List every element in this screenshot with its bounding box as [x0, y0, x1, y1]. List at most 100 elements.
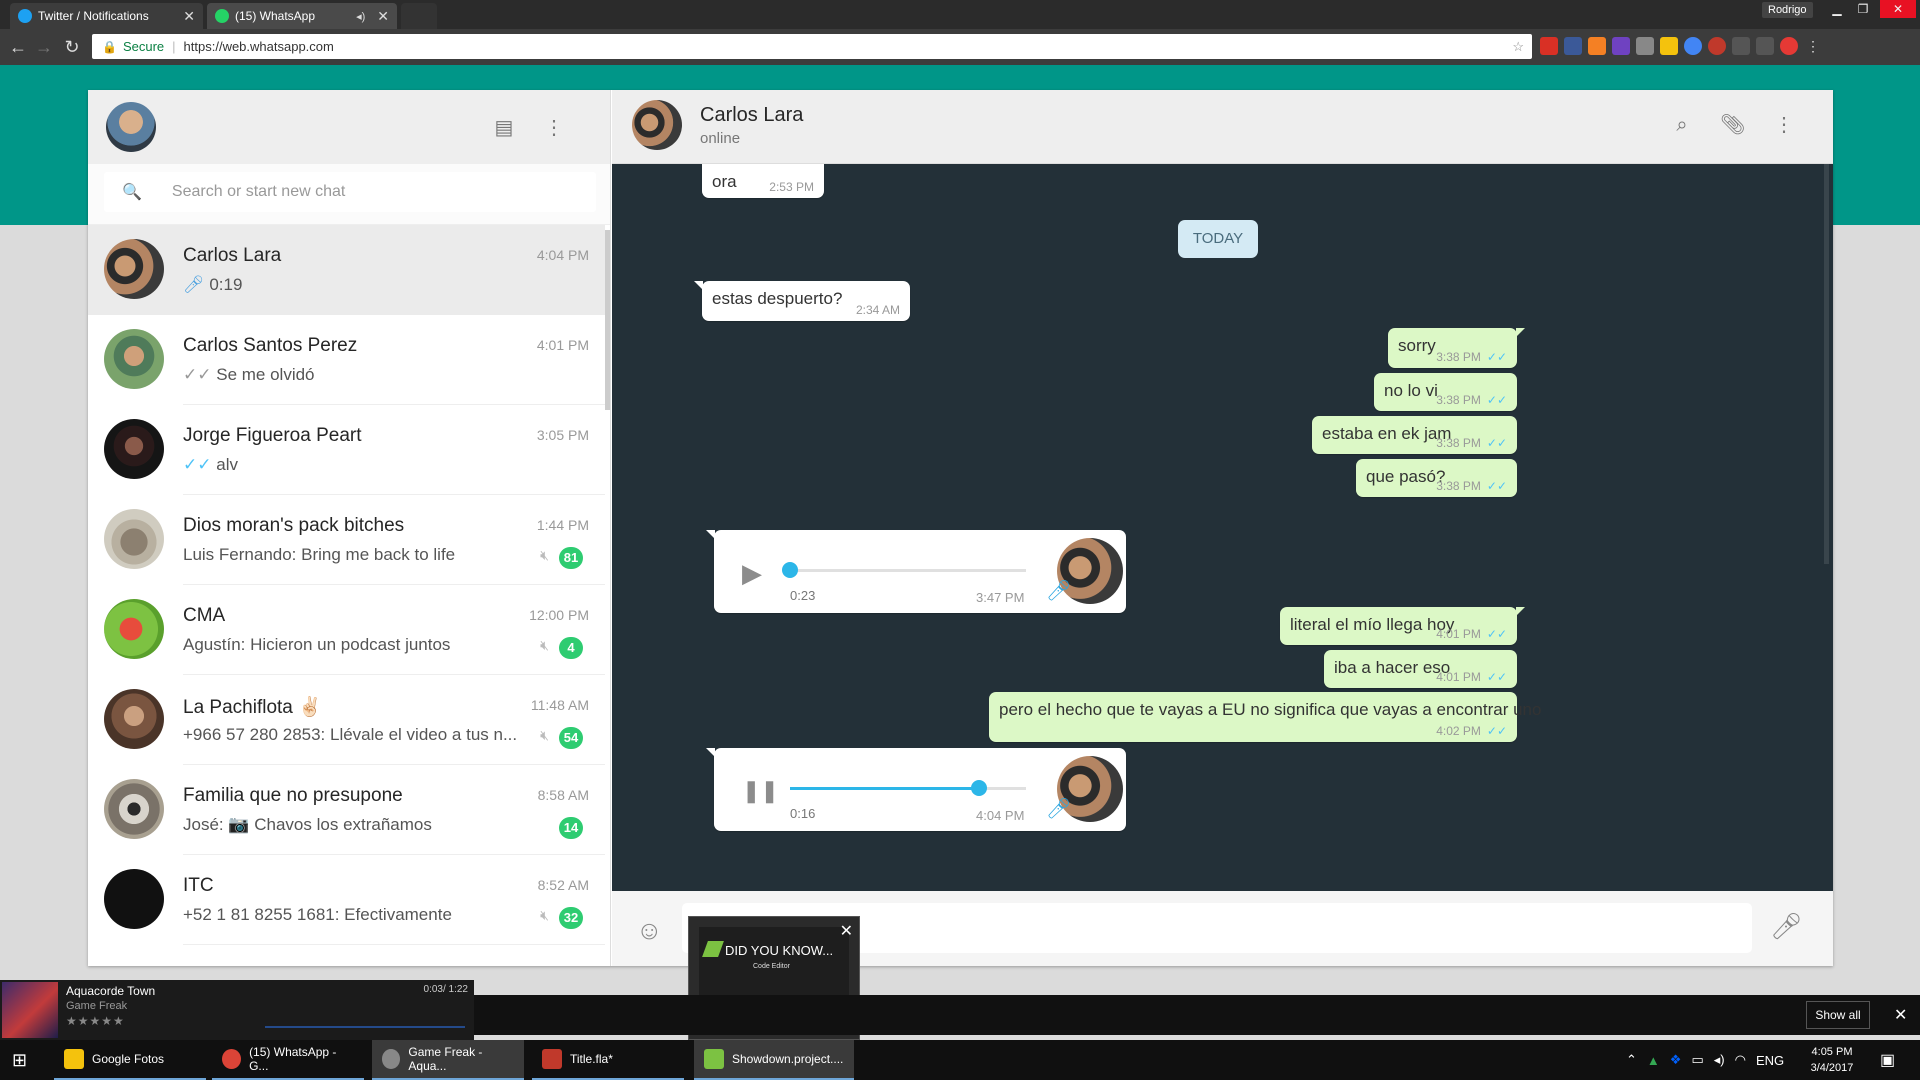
audio-playing-icon[interactable]: ◂) [356, 10, 365, 23]
taskbar-item-showdown[interactable]: Showdown.project.... [694, 1040, 854, 1080]
chat-time: 8:52 AM [537, 877, 589, 893]
back-button[interactable]: ← [6, 35, 30, 59]
clock[interactable]: 4:05 PM 3/4/2017 [1804, 1044, 1860, 1076]
voice-progress-knob[interactable] [970, 780, 987, 796]
date-divider: TODAY [1178, 220, 1258, 258]
twitter-extension-icon[interactable] [1732, 37, 1750, 55]
taskbar-item-music-player[interactable]: Game Freak - Aqua... [372, 1040, 524, 1080]
voice-progress-knob[interactable] [782, 562, 798, 578]
extension-icon[interactable] [1708, 37, 1726, 55]
inbox-extension-icon[interactable] [1636, 37, 1654, 55]
chat-item-itc[interactable]: ITC 8:52 AM +52 1 81 8255 1681: Efectiva… [88, 855, 605, 945]
chat-item-la-pachiflota[interactable]: La Pachiflota ✌🏻 11:48 AM +966 57 280 28… [88, 675, 605, 765]
restore-button[interactable]: ❐ [1850, 0, 1876, 18]
new-tab-button[interactable] [401, 3, 437, 29]
reload-button[interactable]: ↻ [60, 35, 84, 59]
browser-tab-bar: Twitter / Notifications ✕ (15) WhatsApp … [0, 0, 1920, 29]
chat-item-familia[interactable]: Familia que no presupone 8:58 AM José: 📷… [88, 765, 605, 855]
chat-item-cma[interactable]: CMA 12:00 PM Agustín: Hicieron un podcas… [88, 585, 605, 675]
bookmark-star-icon[interactable]: ☆ [1512, 39, 1524, 55]
unread-badge: 54 [559, 727, 583, 749]
media-notification[interactable]: Aquacorde Town Game Freak ★★★★★ 0:03/ 1:… [0, 980, 474, 1040]
whatsapp-icon [215, 9, 229, 23]
muted-icon: 🔇︎ [540, 547, 549, 563]
wifi-icon[interactable]: ◠ [1735, 1052, 1746, 1068]
clock-date: 3/4/2017 [1810, 1062, 1854, 1074]
gmail-extension-icon[interactable] [1540, 37, 1558, 55]
my-avatar[interactable] [106, 102, 156, 152]
menu-icon[interactable]: ⋮ [542, 116, 566, 140]
notes-extension-icon[interactable] [1660, 37, 1678, 55]
show-all-button[interactable]: Show all [1806, 1001, 1870, 1029]
battery-icon[interactable]: ▭ [1691, 1052, 1703, 1068]
rating-stars[interactable]: ★★★★★ [66, 1014, 125, 1028]
minimize-button[interactable]: ▁ [1824, 0, 1850, 18]
pause-icon[interactable]: ❚❚ [742, 778, 779, 804]
forward-button[interactable]: → [32, 35, 56, 59]
dropbox-icon[interactable]: ❖ [1670, 1052, 1682, 1068]
muted-icon: 🔇︎ [540, 907, 549, 923]
tab-whatsapp[interactable]: (15) WhatsApp ◂) ✕ [207, 3, 397, 29]
show-hidden-icons[interactable]: ⌃ [1626, 1052, 1637, 1068]
voice-progress-bar[interactable] [782, 562, 1026, 578]
menu-icon[interactable]: ⋮ [1772, 113, 1796, 137]
contact-avatar[interactable] [632, 100, 682, 150]
popup-subtitle: Code Editor [753, 963, 790, 970]
search-box[interactable]: 🔍 [104, 172, 596, 212]
conversation-header[interactable]: Carlos Lara online ⌕ 📎︎ ⋮ [612, 90, 1833, 164]
voice-progress-bar[interactable] [790, 780, 1026, 796]
double-check-icon: ✓✓ [183, 455, 212, 474]
search-area: 🔍 [88, 164, 610, 225]
profile-chip[interactable]: Rodrigo [1762, 2, 1813, 18]
windows-start-icon[interactable]: ⊞ [12, 1050, 27, 1071]
facebook-extension-icon[interactable] [1564, 37, 1582, 55]
chat-item-carlos-santos-perez[interactable]: Carlos Santos Perez 4:01 PM ✓✓ Se me olv… [88, 315, 605, 405]
code-editor-icon [704, 1049, 724, 1069]
close-icon[interactable]: ✕ [1894, 1005, 1907, 1025]
tab-label: Twitter / Notifications [38, 9, 149, 23]
function-extension-icon[interactable] [1756, 37, 1774, 55]
taskbar-item-google-fotos[interactable]: Google Fotos [54, 1040, 206, 1080]
taskbar-item-flash[interactable]: Title.fla* [532, 1040, 684, 1080]
close-icon[interactable]: ✕ [840, 921, 853, 941]
volume-icon[interactable]: ◂) [1714, 1052, 1725, 1068]
close-tab-icon[interactable]: ✕ [377, 8, 389, 25]
search-input[interactable] [171, 183, 552, 201]
chat-name: Dios moran's pack bitches [183, 515, 405, 536]
extension-icon[interactable] [1612, 37, 1630, 55]
chat-item-carlos-lara[interactable]: Carlos Lara 4:04 PM 🎤︎ 0:19 [88, 225, 605, 315]
taskbar-item-chrome[interactable]: (15) WhatsApp - G... [212, 1040, 364, 1080]
chat-preview: Luis Fernando: Bring me back to life [183, 545, 456, 564]
microphone-icon: 🎤︎ [1046, 580, 1072, 602]
language-indicator[interactable]: ENG [1756, 1053, 1784, 1068]
emoji-icon[interactable]: ☺ [636, 915, 663, 946]
sync-extension-icon[interactable] [1684, 37, 1702, 55]
google-drive-icon[interactable]: ▲ [1647, 1053, 1660, 1068]
message-outgoing: que pasó? 3:38 PM ✓✓ [1356, 459, 1517, 497]
chat-item-jorge-figueroa-peart[interactable]: Jorge Figueroa Peart 3:05 PM ✓✓ alv [88, 405, 605, 495]
new-chat-icon[interactable]: ▤ [492, 116, 516, 140]
play-icon[interactable]: ▶ [742, 558, 762, 589]
adblock-extension-icon[interactable] [1780, 37, 1798, 55]
chrome-menu-icon[interactable]: ⋮ [1804, 37, 1822, 55]
attach-icon[interactable]: 📎︎ [1720, 113, 1745, 137]
notification-center-icon[interactable]: ▣ [1880, 1050, 1895, 1070]
folder-icon [64, 1049, 84, 1069]
tab-twitter[interactable]: Twitter / Notifications ✕ [10, 3, 203, 29]
message-time: 2:34 AM [855, 303, 900, 317]
rss-extension-icon[interactable] [1588, 37, 1606, 55]
message-time: 4:01 PM ✓✓ [1436, 670, 1507, 684]
address-bar[interactable]: 🔒 Secure | https://web.whatsapp.com ☆ [92, 34, 1532, 59]
close-window-button[interactable]: ✕ [1880, 0, 1916, 18]
close-tab-icon[interactable]: ✕ [183, 8, 195, 25]
double-check-icon: ✓✓ [1486, 479, 1507, 493]
divider [183, 944, 605, 945]
messages-scrollbar[interactable] [1824, 164, 1829, 564]
playback-progress-bar[interactable] [265, 1026, 465, 1028]
microphone-icon[interactable]: 🎤︎ [1770, 911, 1803, 942]
search-icon[interactable]: ⌕ [1670, 113, 1694, 137]
chat-name: CMA [183, 605, 226, 626]
sidebar-scrollbar[interactable] [605, 230, 610, 410]
whatsapp-page: ▤ ⋮ 🔍 Carlos Lara 4:04 PM 🎤︎ 0:19 [0, 65, 1920, 995]
chat-item-dios-morans-pack[interactable]: Dios moran's pack bitches 1:44 PM Luis F… [88, 495, 605, 585]
